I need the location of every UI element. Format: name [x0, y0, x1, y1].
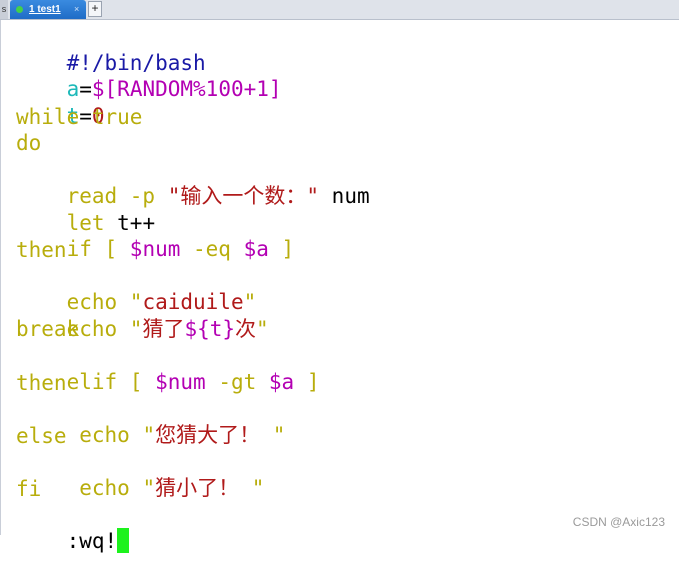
tab-bar: s 1 test1 × +	[0, 0, 679, 20]
code-line-2: a=$[RANDOM%100+1]	[66, 77, 282, 101]
command-line[interactable]: :wq!	[16, 502, 130, 553]
code-line-6: read -p "输入一个数：" num	[66, 184, 370, 208]
code-line-1: #!/bin/bash	[66, 51, 206, 75]
text-cursor	[117, 528, 130, 553]
code-line-10: echo "caiduile"	[66, 290, 257, 314]
code-line-17: echo "猜小了！ "	[66, 476, 265, 500]
code-line-3: t=0	[66, 104, 105, 128]
code-line-14: then	[16, 371, 67, 395]
code-line-12: break	[16, 317, 80, 341]
tab-test1[interactable]: 1 test1 ×	[10, 0, 86, 19]
tab-label: 1 test1	[29, 4, 61, 15]
code-line-9: then	[16, 238, 67, 262]
command-text: :wq!	[66, 529, 118, 553]
code-line-18: fi	[16, 477, 42, 501]
terminal-area[interactable]: #!/bin/bash a=$[RANDOM%100+1] t=0 while …	[0, 20, 679, 553]
new-tab-button[interactable]: +	[88, 1, 102, 17]
sidebar-edge-label: s	[1, 4, 7, 14]
close-icon[interactable]: ×	[74, 0, 79, 18]
code-line-5: do	[16, 131, 42, 155]
code-line-7: let t++	[66, 211, 156, 235]
connection-status-icon	[16, 6, 23, 13]
code-line-15: echo "您猜大了！ "	[66, 423, 286, 447]
code-line-11: echo "猜了${t}次"	[66, 317, 269, 341]
code-line-16: else	[16, 424, 67, 448]
sidebar-edge[interactable]: s	[0, 0, 8, 19]
code-line-4: while true	[16, 105, 143, 129]
plus-icon: +	[91, 1, 99, 15]
code-line-13: elif [ $num -gt $a ]	[66, 370, 320, 394]
code-line-8: if [ $num -eq $a ]	[66, 237, 295, 261]
watermark: CSDN @Axic123	[572, 515, 665, 529]
